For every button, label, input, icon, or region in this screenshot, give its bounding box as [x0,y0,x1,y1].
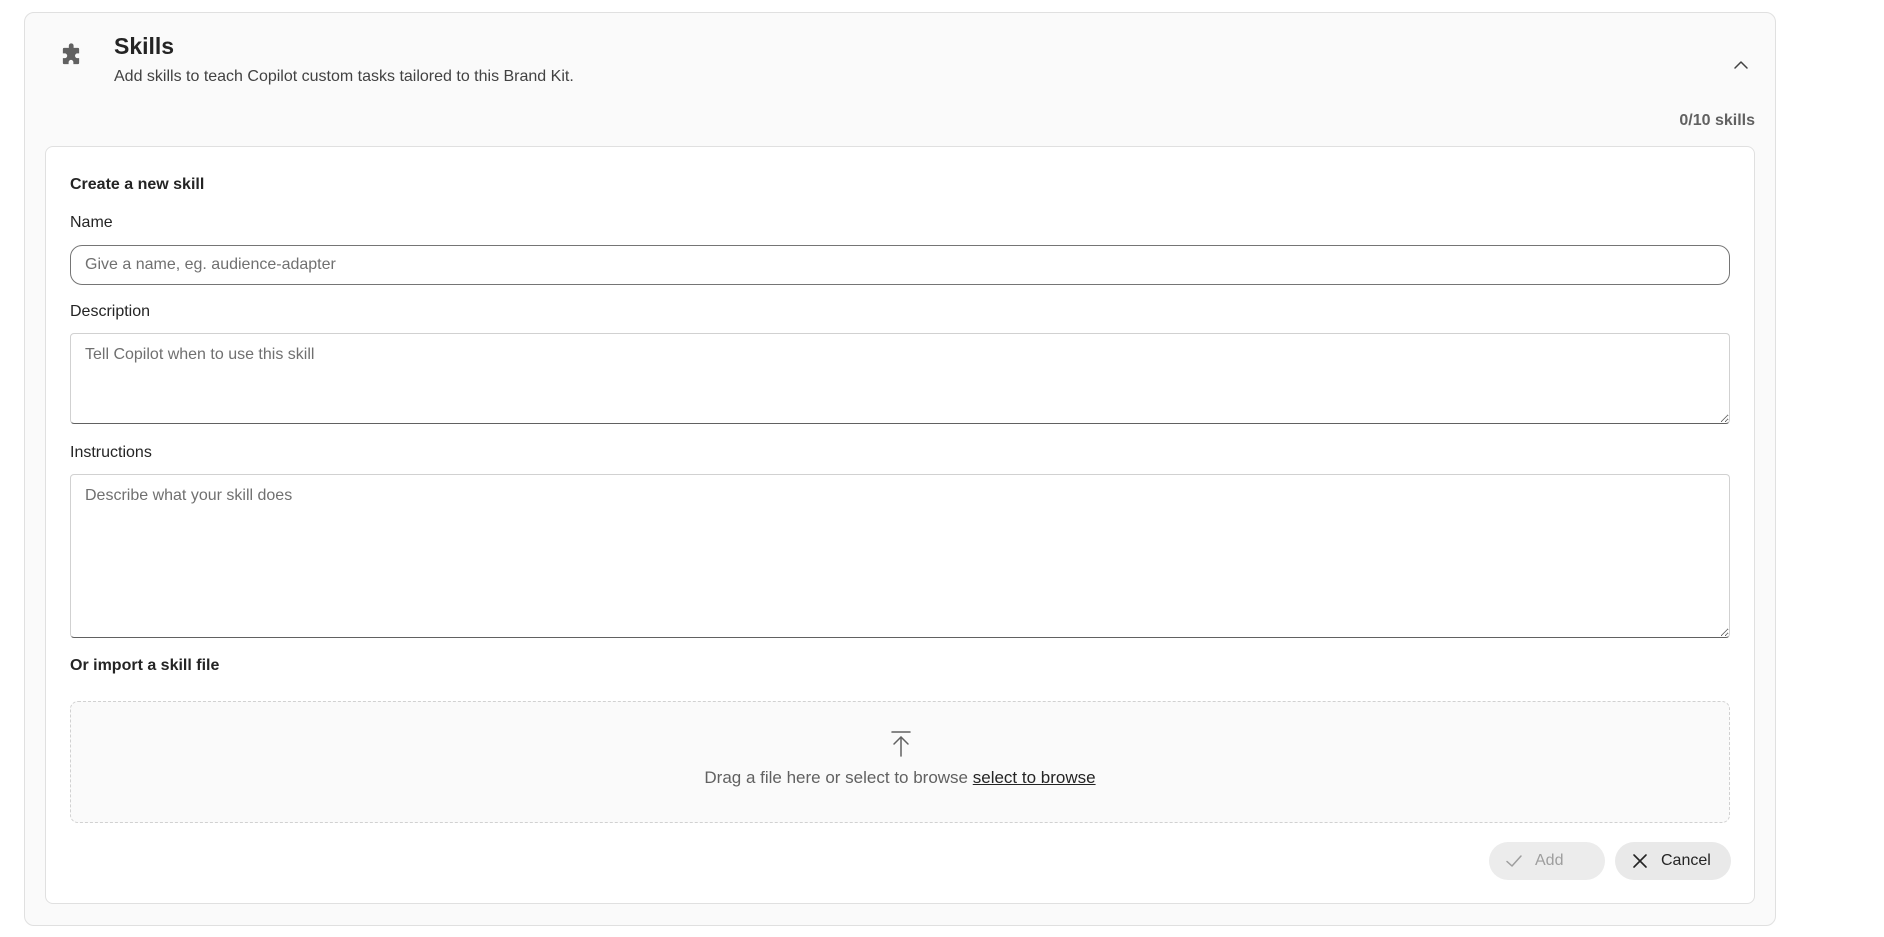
skills-header[interactable]: Skills Add skills to teach Copilot custo… [25,13,1775,103]
instructions-label: Instructions [70,444,152,461]
description-textarea[interactable] [70,333,1730,424]
import-heading: Or import a skill file [70,657,220,674]
name-input[interactable] [70,245,1730,285]
add-button[interactable]: Add [1489,842,1605,880]
skills-count: 0/10 skills [1679,112,1755,129]
select-to-browse-link[interactable]: select to browse [973,768,1096,787]
cancel-button[interactable]: Cancel [1615,842,1731,880]
upload-icon [890,730,912,758]
file-dropzone[interactable]: Drag a file here or select to browse sel… [70,701,1730,823]
checkmark-icon [1505,852,1523,870]
name-label: Name [70,214,113,231]
description-label: Description [70,303,151,320]
puzzle-icon [58,43,84,69]
add-button-label: Add [1535,852,1564,869]
collapse-button[interactable] [1727,51,1755,79]
dropzone-instructions: Drag a file here or select to browse [704,768,969,787]
create-skill-panel: Create a new skill Name Description Inst… [45,146,1755,904]
close-icon [1631,852,1649,870]
create-skill-heading: Create a new skill [70,176,205,193]
skills-card: Skills Add skills to teach Copilot custo… [24,12,1776,926]
cancel-button-label: Cancel [1661,852,1711,869]
page-title: Skills [114,33,175,59]
instructions-textarea[interactable] [70,474,1730,638]
page-subtitle: Add skills to teach Copilot custom tasks… [114,68,574,85]
chevron-up-icon [1734,61,1748,69]
dropzone-text: Drag a file here or select to browse sel… [71,768,1729,788]
